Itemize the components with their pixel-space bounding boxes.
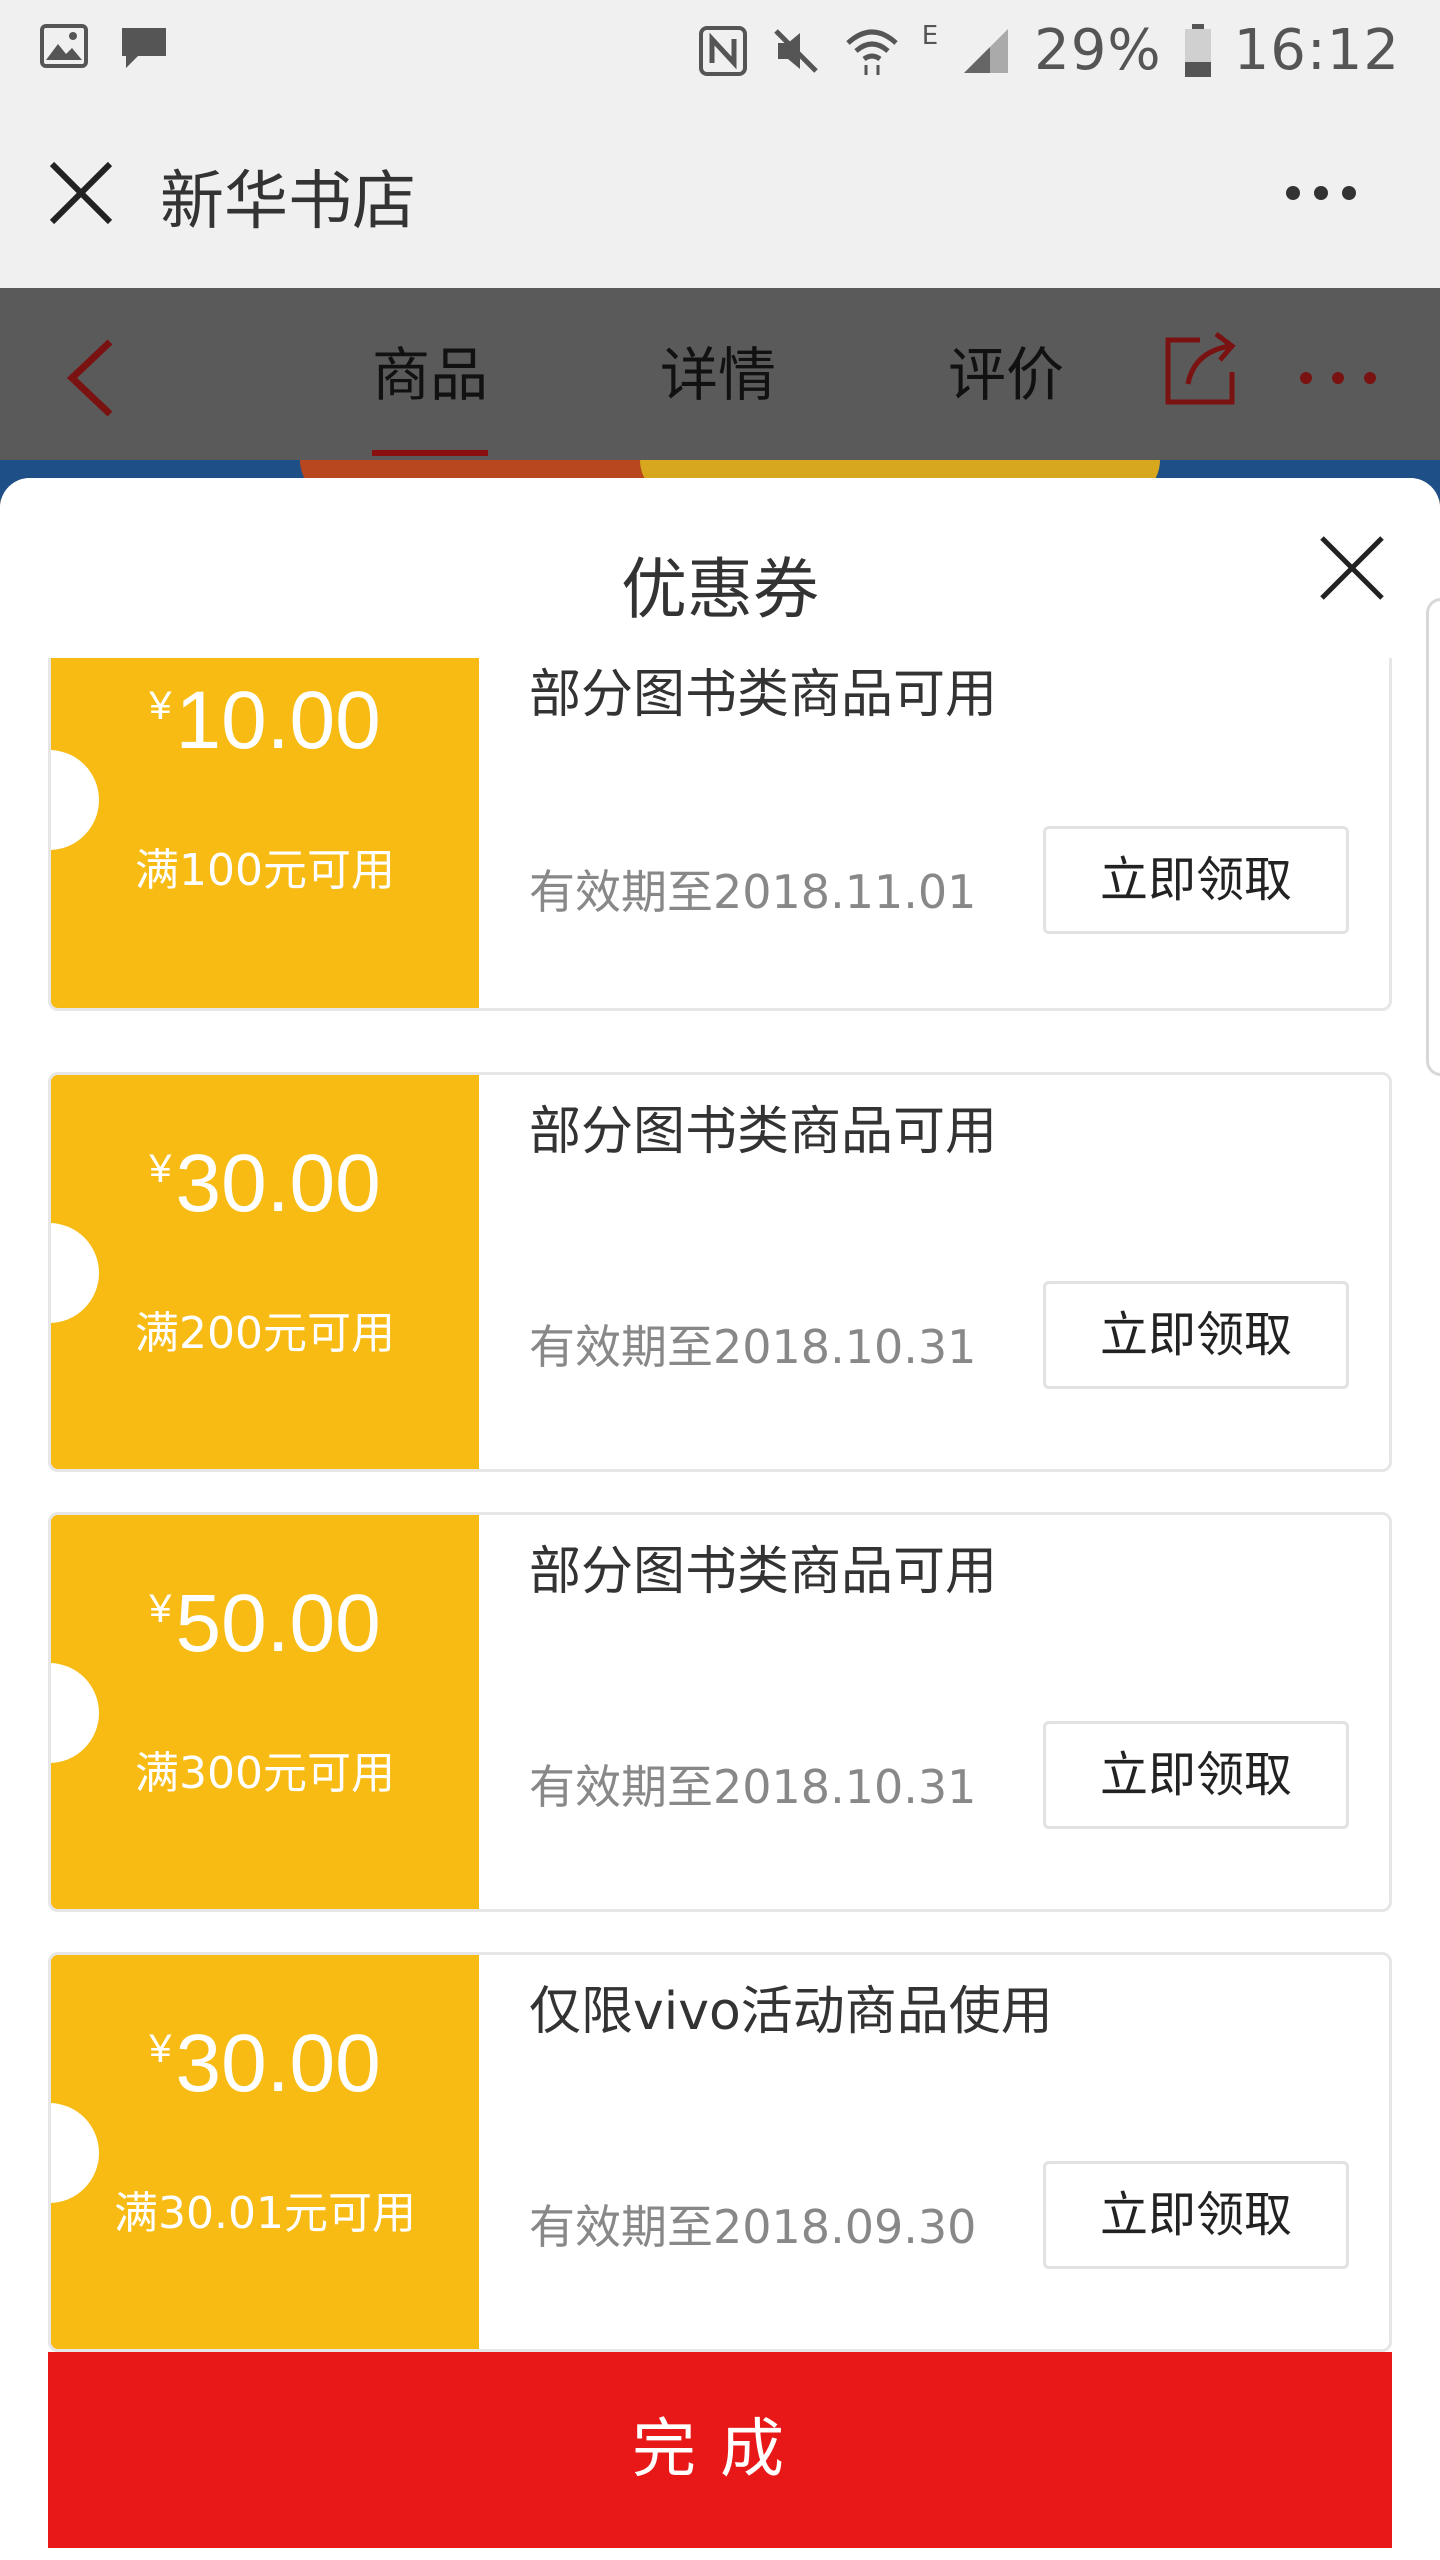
scrollbar[interactable] [1426, 598, 1440, 1076]
coupon-value-panel: ¥10.00 满100元可用 [51, 658, 479, 1008]
coupon-description: 部分图书类商品可用 [529, 1102, 998, 1162]
coupon-expiry: 有效期至2018.10.31 [529, 1320, 977, 1374]
coupon-amount: ¥30.00 [149, 2018, 381, 2109]
battery-percent: 29% [1034, 18, 1162, 83]
nfc-icon [698, 25, 747, 76]
mute-icon [773, 28, 818, 73]
claim-coupon-button[interactable]: 立即领取 [1043, 1721, 1349, 1829]
coupon-amount: ¥10.00 [149, 675, 381, 766]
coupon-value-panel: ¥30.00 满200元可用 [51, 1075, 479, 1469]
sheet-close-icon[interactable] [1318, 534, 1386, 602]
app-bar: 新华书店 [0, 100, 1440, 288]
sheet-title: 优惠券 [621, 551, 819, 628]
coupon-threshold: 满200元可用 [135, 1308, 395, 1359]
coupon-threshold: 满30.01元可用 [114, 2188, 416, 2239]
coupon-card: ¥10.00 满100元可用 部分图书类商品可用 有效期至2018.11.01 … [48, 658, 1392, 1011]
coupon-expiry: 有效期至2018.09.30 [529, 2200, 977, 2254]
done-button[interactable]: 完成 [48, 2352, 1392, 2548]
sheet-header: 优惠券 [0, 478, 1440, 658]
tab-details[interactable]: 详情 [660, 328, 776, 412]
battery-icon [1184, 23, 1211, 77]
message-notification-icon [122, 28, 166, 68]
app-title: 新华书店 [160, 165, 416, 239]
network-type: E [921, 20, 939, 51]
close-icon[interactable] [46, 158, 116, 228]
coupon-description: 仅限vivo活动商品使用 [529, 1982, 1053, 2042]
wifi-icon [846, 29, 898, 75]
clock: 16:12 [1233, 18, 1400, 83]
coupon-description: 部分图书类商品可用 [529, 665, 998, 725]
status-bar: E 29% 16:12 [0, 0, 1440, 100]
coupon-expiry: 有效期至2018.11.01 [529, 865, 977, 919]
coupon-amount: ¥50.00 [149, 1578, 381, 1669]
back-icon[interactable] [60, 336, 120, 420]
more-options-icon[interactable] [1286, 186, 1356, 200]
coupon-expiry: 有效期至2018.10.31 [529, 1760, 977, 1814]
coupon-card: ¥30.00 满30.01元可用 仅限vivo活动商品使用 有效期至2018.0… [48, 1952, 1392, 2352]
coupon-card: ¥50.00 满300元可用 部分图书类商品可用 有效期至2018.10.31 … [48, 1512, 1392, 1912]
claim-coupon-button[interactable]: 立即领取 [1043, 826, 1349, 934]
coupon-sheet: ¥10.00 满100元可用 部分图书类商品可用 有效期至2018.11.01 … [0, 478, 1440, 2560]
coupon-value-panel: ¥30.00 满30.01元可用 [51, 1955, 479, 2349]
tab-goods[interactable]: 商品 [372, 328, 489, 456]
claim-coupon-button[interactable]: 立即领取 [1043, 1281, 1349, 1389]
tab-reviews[interactable]: 评价 [948, 328, 1064, 412]
coupon-value-panel: ¥50.00 满300元可用 [51, 1515, 479, 1909]
coupon-list[interactable]: ¥10.00 满100元可用 部分图书类商品可用 有效期至2018.11.01 … [0, 478, 1440, 2560]
coupon-card: ¥30.00 满200元可用 部分图书类商品可用 有效期至2018.10.31 … [48, 1072, 1392, 1472]
coupon-amount: ¥30.00 [149, 1138, 381, 1229]
claim-coupon-button[interactable]: 立即领取 [1043, 2161, 1349, 2269]
coupon-threshold: 满100元可用 [135, 845, 395, 896]
product-tabs: 商品 详情 评价 [0, 288, 1440, 460]
signal-icon [964, 28, 1009, 73]
coupon-description: 部分图书类商品可用 [529, 1542, 998, 1602]
share-icon[interactable] [1160, 328, 1244, 412]
coupon-threshold: 满300元可用 [135, 1748, 395, 1799]
gallery-notification-icon [40, 24, 88, 68]
tab-more-icon[interactable] [1300, 372, 1376, 384]
